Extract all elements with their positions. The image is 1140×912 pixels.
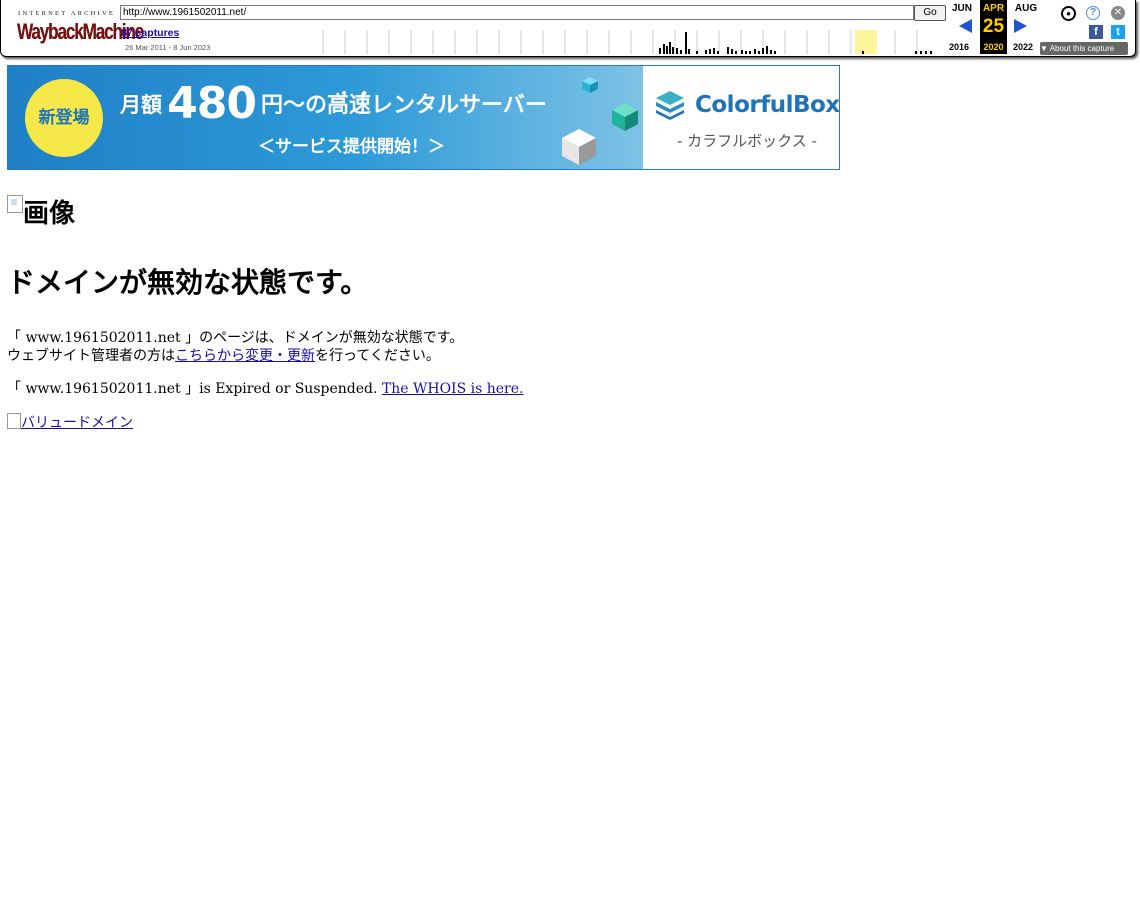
logo-wayback-text: WaybackMachine [17, 19, 144, 44]
change-renew-link[interactable]: こちらから変更・更新 [175, 348, 315, 364]
expired-notice-en: 「 www.1961502011.net 」is Expired or Susp… [7, 380, 523, 398]
expired-notice-jp: 「 www.1961502011.net 」のページは、ドメインが無効な状態です… [7, 329, 463, 365]
value-domain-alt-text: バリュードメイン [21, 415, 133, 431]
next-year-label[interactable]: 2022 [1013, 42, 1033, 52]
small-cube-icon [582, 77, 598, 93]
brand-name: ColorfulBox [695, 92, 840, 118]
next-capture-arrow-icon[interactable] [1014, 19, 1027, 33]
next-month-label[interactable]: AUG [1011, 3, 1041, 14]
current-year-label: 2020 [983, 42, 1004, 52]
wayback-logo[interactable]: INTERNET ARCHIVE WaybackMachine [15, 4, 144, 48]
notice-en-text: 「 www.1961502011.net 」is Expired or Susp… [7, 381, 382, 397]
current-month-label: APR [982, 3, 1005, 14]
page-title: ドメインが無効な状態です。 [7, 266, 369, 299]
capture-sparkline[interactable] [321, 30, 941, 54]
notice-line-2-suffix: を行ってください。 [315, 348, 440, 364]
price-headline: 月額 480 円～の高速レンタルサーバー [120, 78, 547, 129]
capture-date-range: 26 Mar 2011 - 8 Jun 2023 [125, 43, 211, 52]
price-number: 480 [167, 78, 257, 129]
value-domain-link[interactable]: バリュードメイン [7, 413, 133, 431]
brand-kana: - カラフルボックス - [677, 132, 817, 150]
banner-promo-area: 新登場 •• 月額 480 円～の高速レンタルサーバー ＜サービス提供開始！＞ [8, 66, 643, 169]
white-cube-icon [562, 129, 596, 165]
close-icon[interactable]: ✕ [1111, 6, 1125, 20]
help-icon[interactable]: ? [1086, 6, 1100, 20]
service-start-text: ＜サービス提供開始！＞ [258, 137, 445, 157]
facebook-icon[interactable]: f [1089, 25, 1103, 39]
current-capture-date: APR 25 2020 [980, 0, 1007, 54]
wayback-toolbar: INTERNET ARCHIVE WaybackMachine http://w… [0, 0, 1136, 57]
teal-cube-icon [612, 103, 638, 131]
banner-brand-area: ColorfulBox - カラフルボックス - [643, 66, 839, 169]
prev-capture-arrow-icon[interactable] [959, 19, 972, 33]
notice-line-2-prefix: ウェブサイト管理者の方は [7, 348, 175, 364]
twitter-icon[interactable]: t [1111, 25, 1125, 39]
go-button[interactable]: Go [914, 5, 946, 21]
colorfulbox-banner-ad[interactable]: 新登場 •• 月額 480 円～の高速レンタルサーバー ＜サービス提供開始！＞ … [7, 65, 840, 170]
new-badge: 新登場 [25, 79, 103, 157]
user-icon[interactable]: ● [1061, 6, 1076, 21]
whois-link[interactable]: The WHOIS is here. [382, 381, 524, 397]
price-prefix: 月額 [120, 93, 162, 117]
price-suffix: 円～の高速レンタルサーバー [261, 93, 547, 118]
broken-image-heading: 画像 [7, 193, 75, 230]
value-domain-banner: バリュードメイン [7, 413, 133, 432]
prev-year-label[interactable]: 2016 [949, 42, 969, 52]
notice-line-1: 「 www.1961502011.net 」のページは、ドメインが無効な状態です… [7, 330, 464, 346]
broken-image-icon [7, 195, 23, 213]
colorfulbox-logo-icon [656, 91, 684, 120]
logo-internet-archive-text: INTERNET ARCHIVE [18, 10, 116, 17]
about-capture-button[interactable]: ▼ About this capture [1040, 42, 1128, 55]
broken-image-icon [7, 413, 21, 429]
current-day-label: 25 [982, 16, 1005, 37]
prev-month-label[interactable]: JUN [949, 3, 975, 14]
image-alt-text: 画像 [23, 199, 76, 229]
captures-link[interactable]: 87 captures [121, 27, 179, 39]
url-input[interactable]: http://www.1961502011.net/ [120, 5, 914, 20]
